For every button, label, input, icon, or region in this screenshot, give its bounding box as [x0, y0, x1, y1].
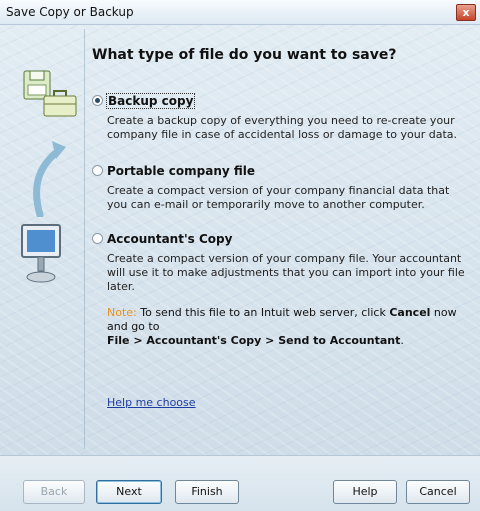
title-bar: Save Copy or Backup x — [0, 0, 480, 25]
radio-backup-copy[interactable] — [92, 95, 103, 106]
option-description: Create a compact version of your company… — [107, 252, 465, 293]
window-title: Save Copy or Backup — [6, 5, 134, 19]
radio-accountants-copy[interactable] — [92, 233, 103, 244]
help-me-choose-link[interactable]: Help me choose — [107, 396, 196, 409]
briefcase-icon — [43, 90, 77, 117]
dialog-heading: What type of file do you want to save? — [92, 47, 397, 63]
radio-portable-company-file[interactable] — [92, 165, 103, 176]
cancel-button[interactable]: Cancel — [406, 480, 470, 504]
arrow-icon — [33, 141, 66, 217]
help-button[interactable]: Help — [333, 480, 397, 504]
close-button[interactable]: x — [456, 4, 476, 21]
note-label: Note: — [107, 306, 137, 319]
monitor-icon — [21, 224, 61, 283]
next-button[interactable]: Next — [96, 480, 162, 504]
option-label[interactable]: Portable company file — [107, 164, 255, 178]
note-text-end: . — [400, 334, 404, 347]
button-bar: Back Next Finish Help Cancel — [0, 455, 480, 511]
dialog-body: What type of file do you want to save? B… — [0, 25, 480, 455]
option-description: Create a backup copy of everything you n… — [107, 114, 458, 141]
note-text: Note: To send this file to an Intuit web… — [107, 306, 457, 348]
sidebar-illustration — [6, 29, 85, 449]
option-label[interactable]: Backup copy — [105, 93, 196, 109]
finish-button[interactable]: Finish — [175, 480, 239, 504]
note-text-part: To send this file to an Intuit web serve… — [136, 306, 390, 319]
option-description: Create a compact version of your company… — [107, 184, 450, 211]
menu-path: File > Accountant's Copy > Send to Accou… — [107, 334, 401, 347]
option-label[interactable]: Accountant's Copy — [107, 232, 232, 246]
cancel-word: Cancel — [389, 306, 431, 319]
back-button[interactable]: Back — [23, 480, 85, 504]
